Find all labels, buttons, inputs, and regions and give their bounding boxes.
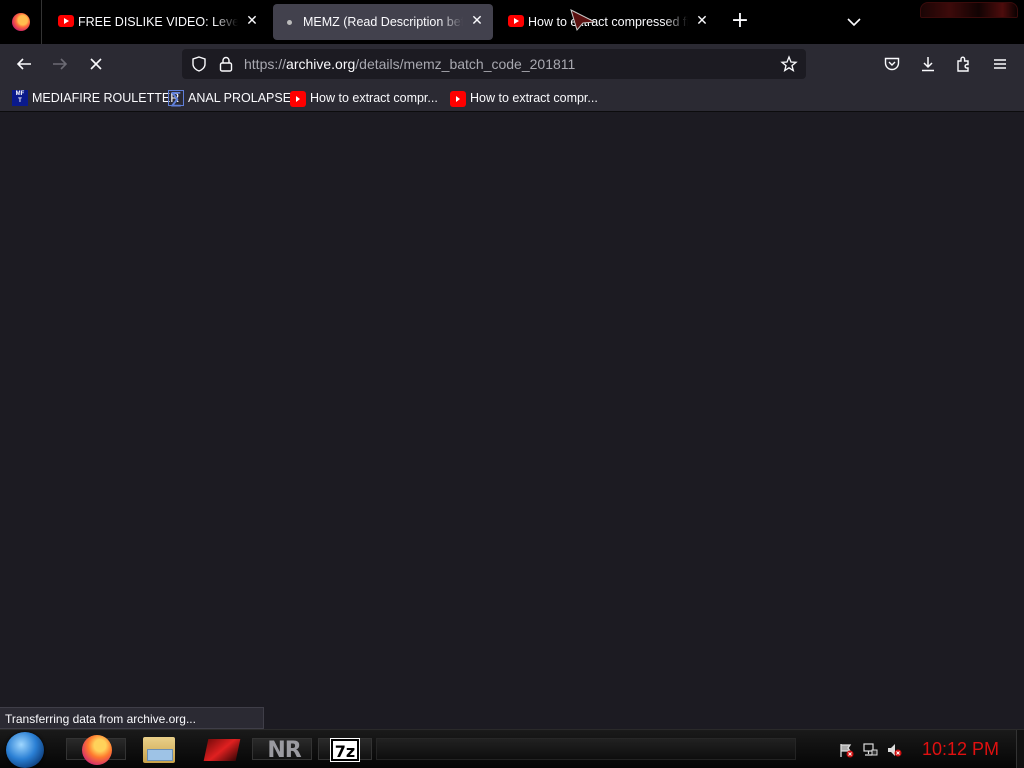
- url-bar[interactable]: https://archive.org/details/memz_batch_c…: [182, 49, 806, 79]
- taskbar-empty-area: [376, 738, 796, 760]
- url-scheme: https://: [244, 56, 287, 72]
- 7zip-icon: 7z: [330, 738, 360, 762]
- tab-title: How to extract compressed file: [528, 15, 688, 29]
- stop-x-icon: [90, 58, 102, 70]
- taskbar-clock[interactable]: 10:12 PM: [922, 739, 999, 760]
- youtube-icon: [450, 91, 466, 107]
- taskbar-explorer-button[interactable]: [140, 734, 178, 766]
- page-content-area[interactable]: [0, 113, 1024, 728]
- taskbar-7zip-button[interactable]: 7z: [328, 734, 362, 766]
- red-app-icon: [203, 739, 241, 761]
- firefox-icon: [11, 13, 30, 31]
- status-panel: Transferring data from archive.org...: [0, 707, 264, 729]
- url-path: /details/memz_batch_code_201811: [355, 56, 576, 72]
- tab-title: MEMZ (Read Description before: [303, 15, 463, 29]
- extensions-button[interactable]: [952, 52, 976, 76]
- loading-dot-icon: [287, 20, 292, 25]
- lock-icon[interactable]: [218, 55, 234, 73]
- mediafire-icon: MF T: [12, 90, 28, 106]
- bookmark-item[interactable]: ∑ ANAL PROLAPSE: [168, 90, 292, 107]
- tab-title: FREE DISLIKE VIDEO: Level Fail C: [78, 15, 238, 29]
- decorative-banner: [920, 2, 1018, 18]
- download-arrow-icon: [922, 57, 934, 72]
- file-explorer-icon: [143, 737, 175, 763]
- bookmarks-toolbar: MF T MEDIAFIRE ROULETTER ∑ ANAL PROLAPSE …: [0, 84, 1024, 112]
- tab-0[interactable]: FREE DISLIKE VIDEO: Level Fail C ✕: [48, 4, 268, 40]
- new-tab-button[interactable]: +: [728, 10, 752, 34]
- action-center-flag-icon[interactable]: [838, 742, 854, 758]
- youtube-icon: [290, 91, 306, 107]
- mouse-cursor-icon: [570, 9, 597, 32]
- bookmark-label: How to extract compr...: [470, 91, 598, 105]
- firefox-icon: [82, 735, 112, 765]
- bookmark-label: How to extract compr...: [310, 91, 438, 105]
- back-arrow-icon: [16, 58, 31, 70]
- start-button[interactable]: [6, 732, 44, 768]
- network-icon[interactable]: [862, 742, 878, 758]
- taskbar-red-app-button[interactable]: [202, 734, 242, 766]
- pocket-button[interactable]: [880, 52, 904, 76]
- bookmark-item[interactable]: How to extract compr...: [450, 90, 598, 107]
- bookmark-item[interactable]: How to extract compr...: [290, 90, 438, 107]
- tab-close-button[interactable]: ✕: [694, 13, 710, 29]
- sigma-icon: ∑: [168, 90, 184, 107]
- url-host: archive.org: [286, 56, 356, 72]
- volume-muted-icon[interactable]: [886, 742, 902, 758]
- youtube-icon: [508, 15, 524, 27]
- bookmark-label: ANAL PROLAPSE: [188, 91, 292, 105]
- downloads-button[interactable]: [916, 52, 940, 76]
- forward-button[interactable]: [48, 52, 72, 76]
- tab-close-button[interactable]: ✕: [469, 13, 485, 29]
- bookmark-label: MEDIAFIRE ROULETTER: [32, 91, 180, 105]
- firefox-view-button[interactable]: [0, 0, 42, 44]
- tracking-shield-icon[interactable]: [190, 55, 208, 73]
- tab-2[interactable]: How to extract compressed file ✕: [498, 4, 718, 40]
- tab-1-selected[interactable]: MEMZ (Read Description before ✕: [273, 4, 493, 40]
- puzzle-piece-icon: [957, 56, 969, 72]
- hamburger-menu-icon: [994, 59, 1006, 69]
- stop-loading-button[interactable]: [84, 52, 108, 76]
- back-button[interactable]: [12, 52, 36, 76]
- bookmark-item[interactable]: MF T MEDIAFIRE ROULETTER: [12, 90, 179, 106]
- pocket-icon: [884, 57, 900, 71]
- url-text[interactable]: https://archive.org/details/memz_batch_c…: [244, 56, 575, 72]
- tab-close-button[interactable]: ✕: [244, 13, 260, 29]
- bookmark-star-icon[interactable]: [780, 55, 798, 73]
- nr-icon: NR: [267, 737, 301, 763]
- app-menu-button[interactable]: [988, 52, 1012, 76]
- forward-arrow-icon: [53, 58, 68, 70]
- show-desktop-button[interactable]: [1016, 730, 1024, 768]
- list-all-tabs-chevron-icon[interactable]: [844, 12, 864, 32]
- windows-taskbar: NR 7z 10:12 PM: [0, 729, 1024, 768]
- youtube-icon: [58, 15, 74, 27]
- taskbar-nr-button[interactable]: NR: [262, 734, 306, 766]
- taskbar-firefox-button[interactable]: [80, 734, 114, 766]
- navigation-toolbar: https://archive.org/details/memz_batch_c…: [0, 44, 1024, 84]
- tab-strip: FREE DISLIKE VIDEO: Level Fail C ✕ MEMZ …: [0, 0, 1024, 44]
